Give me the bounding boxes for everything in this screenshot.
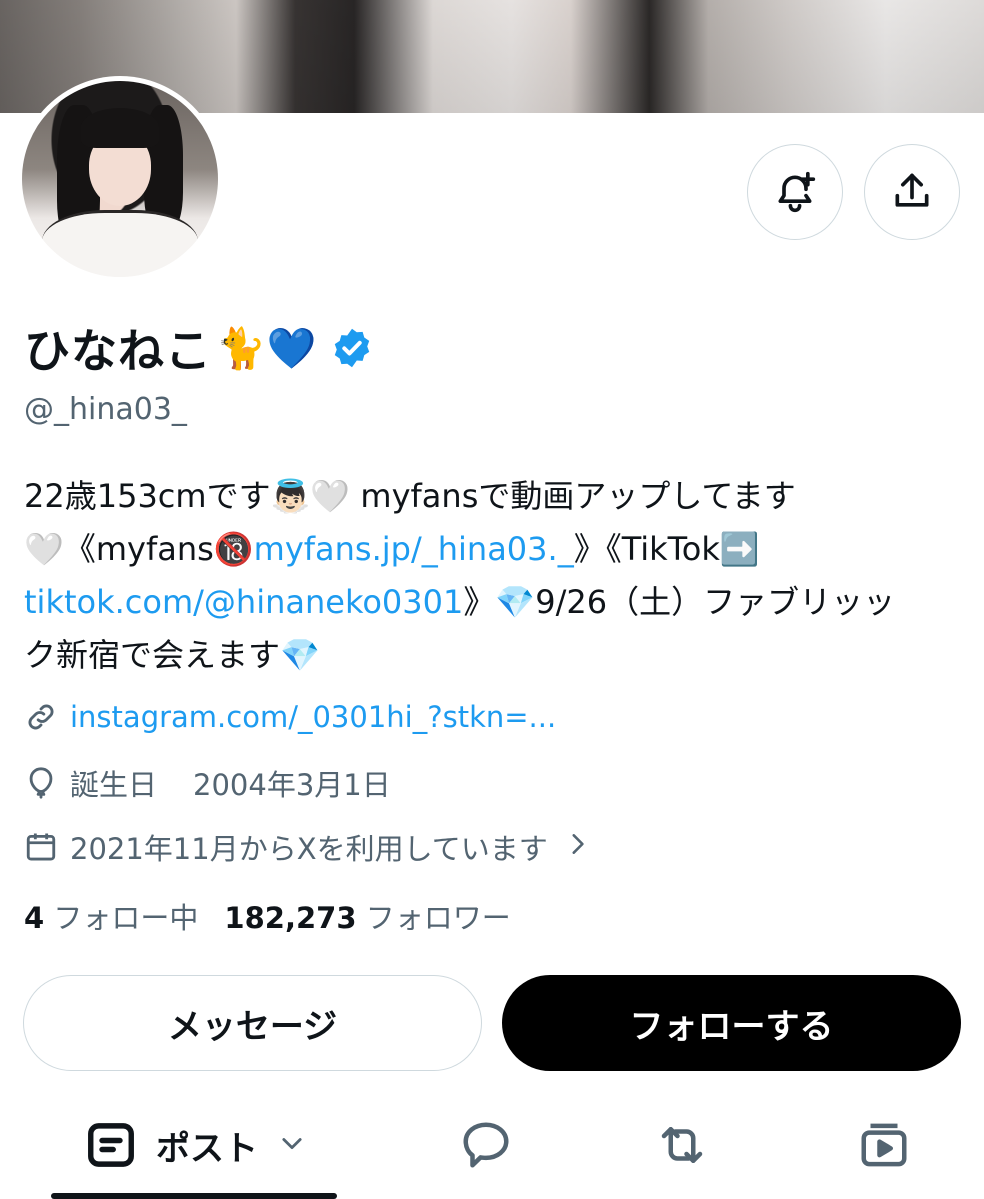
calendar-icon: [26, 833, 56, 861]
website-row: instagram.com/_0301hi_?stkn=...: [24, 700, 556, 734]
bio-line-3: tiktok.com/@hinaneko0301》💎9/26（土）ファブリッッ: [24, 576, 954, 629]
repost-icon: [661, 1127, 703, 1163]
profile-tabs: ポスト: [0, 1100, 984, 1199]
share-icon: [895, 173, 929, 207]
follow-button[interactable]: フォローする: [502, 975, 961, 1071]
chevron-down-icon[interactable]: [278, 1129, 306, 1161]
link-icon: [28, 704, 54, 730]
birthday-label: 誕生日: [70, 768, 158, 802]
active-tab-indicator: [51, 1193, 337, 1199]
bio: 22歳153cmです👼🏻🤍 myfansで動画アップしてます 🤍《myfans🔞…: [24, 470, 954, 682]
display-name-emojis: 🐈💙: [216, 325, 318, 372]
share-button[interactable]: [864, 144, 960, 240]
tab-posts[interactable]: ポスト: [84, 1118, 306, 1172]
bio-line-1: 22歳153cmです👼🏻🤍 myfansで動画アップしてます: [24, 477, 796, 515]
following-count: 4: [24, 901, 45, 935]
message-button[interactable]: メッセージ: [23, 975, 482, 1071]
avatar[interactable]: [17, 76, 223, 282]
followers-link[interactable]: 182,273 フォロワー: [224, 901, 510, 935]
follow-counts: 4 フォロー中 182,273 フォロワー: [24, 895, 511, 937]
website-link[interactable]: instagram.com/_0301hi_?stkn=...: [70, 700, 556, 734]
following-label: フォロー中: [53, 901, 199, 935]
posts-icon: [88, 1123, 134, 1167]
verified-badge-icon[interactable]: [330, 326, 374, 370]
birthday-value: 2004年3月1日: [193, 768, 391, 802]
display-name: ひなねこ 🐈💙: [24, 318, 374, 378]
balloon-icon: [29, 767, 53, 799]
chevron-right-icon: [564, 830, 590, 864]
bio-text: 》《TikTok➡️: [573, 530, 760, 568]
avatar-image: [22, 81, 218, 277]
display-name-text: ひなねこ: [24, 324, 212, 378]
tab-media[interactable]: [857, 1118, 911, 1172]
bio-text: 🤍《myfans🔞: [24, 530, 254, 568]
tab-posts-label: ポスト: [156, 1128, 258, 1169]
notification-plus-icon: [778, 171, 816, 213]
joined-text: 2021年11月からXを利用しています: [70, 832, 548, 866]
tab-reposts[interactable]: [655, 1118, 709, 1172]
followers-label: フォロワー: [365, 901, 511, 935]
reply-icon: [463, 1122, 509, 1168]
bio-link-tiktok[interactable]: tiktok.com/@hinaneko0301: [24, 583, 463, 621]
handle: @_hina03_: [24, 392, 187, 427]
bio-link-myfans[interactable]: myfans.jp/_hina03._: [254, 530, 574, 568]
following-link[interactable]: 4 フォロー中: [24, 901, 198, 935]
bio-line-2: 🤍《myfans🔞myfans.jp/_hina03._》《TikTok➡️: [24, 523, 954, 576]
bio-line-4: ク新宿で会えます💎: [24, 636, 320, 674]
media-icon: [861, 1123, 907, 1167]
followers-count: 182,273: [224, 901, 357, 935]
tab-replies[interactable]: [459, 1118, 513, 1172]
notification-subscribe-button[interactable]: [747, 144, 843, 240]
joined-row[interactable]: 2021年11月からXを利用しています: [24, 826, 590, 868]
birthday-row: 誕生日 2004年3月1日: [24, 762, 391, 804]
bio-text: 》💎9/26（土）ファブリッッ: [463, 583, 896, 621]
